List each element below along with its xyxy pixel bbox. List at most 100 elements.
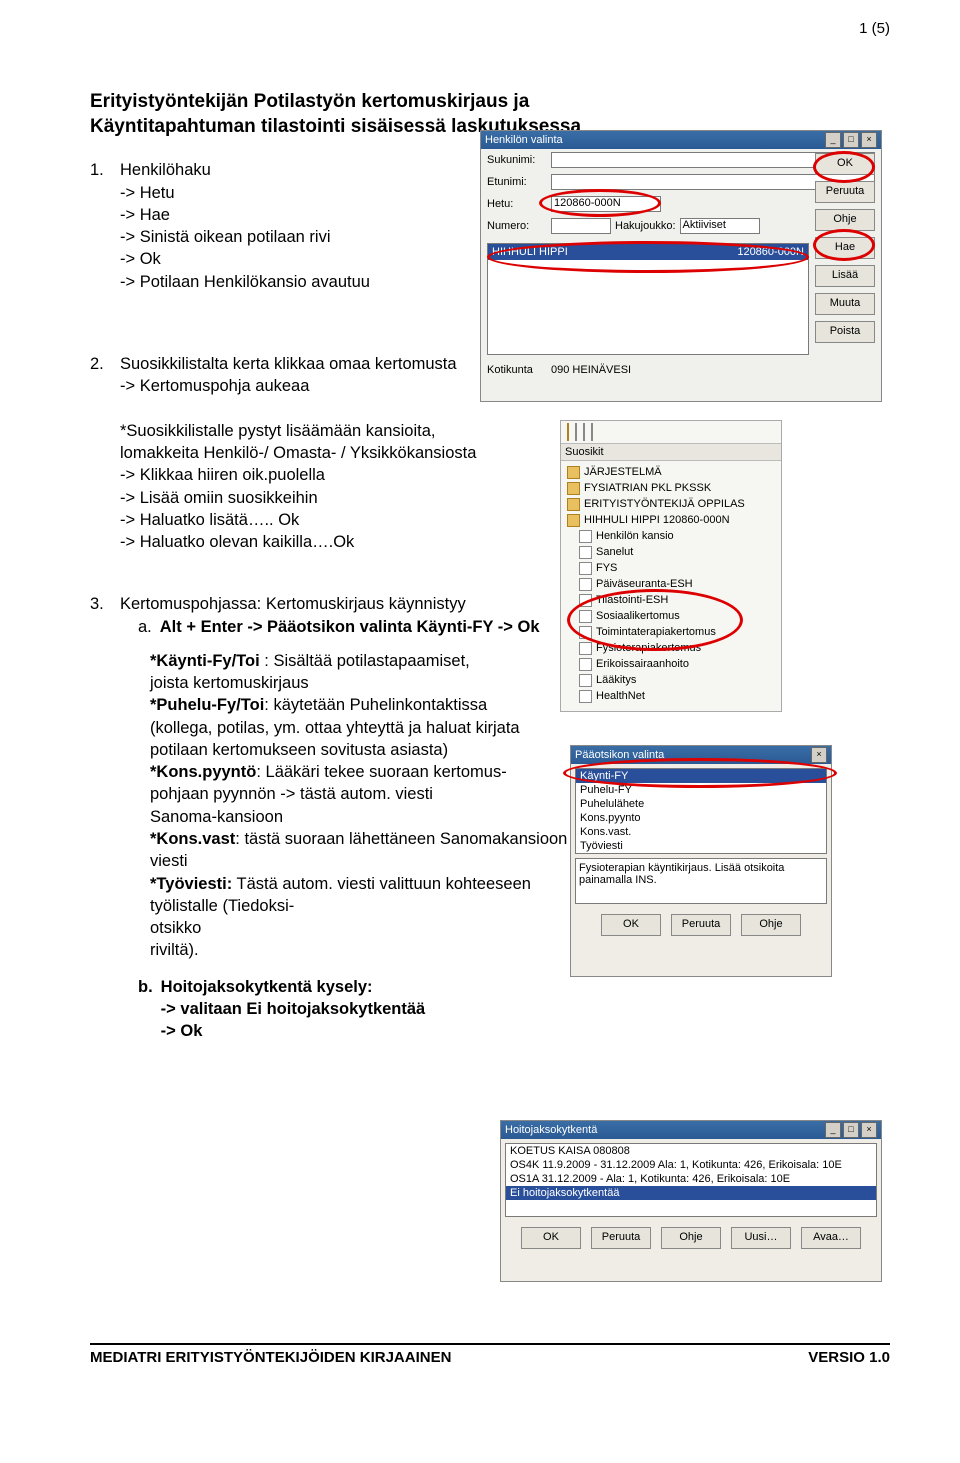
value-kotikunta: 090 HEINÄVESI [551, 364, 631, 376]
option-kons-pyynto[interactable]: Kons.pyynto [576, 811, 826, 825]
sec2-p3: -> Klikkaa hiiren oik.puolella [120, 464, 476, 486]
close-icon[interactable]: × [861, 132, 877, 148]
ohje-button[interactable]: Ohje [815, 209, 875, 231]
list-row-selected[interactable]: Ei hoitojaksokytkentää [506, 1186, 876, 1200]
poista-button[interactable]: Poista [815, 321, 875, 343]
dialog1-title: Henkilön valinta [485, 131, 563, 149]
doc-icon [579, 642, 592, 655]
sec3-p4: (kollega, potilas, ym. ottaa yhteyttä ja… [150, 717, 590, 739]
option-tyoviesti[interactable]: Työviesti [576, 839, 826, 853]
toolbar-icon[interactable] [567, 423, 569, 441]
tree-item[interactable]: HealthNet [596, 690, 645, 702]
sec2-l1: -> Kertomuspohja aukeaa [120, 375, 476, 397]
close-icon[interactable]: × [811, 747, 827, 763]
page-footer: MEDIATRI ERITYISTYÖNTEKIJÖIDEN KIRJAAINE… [90, 1343, 890, 1366]
sec3-p8: Sanoma-kansioon [150, 806, 590, 828]
doc-icon [579, 546, 592, 559]
sec3-head: Kertomuspohjassa: Kertomuskirjaus käynni… [120, 593, 590, 615]
label-hetu: Hetu: [487, 198, 547, 210]
tree-item[interactable]: JÄRJESTELMÄ [584, 466, 662, 478]
label-numero: Numero: [487, 220, 547, 232]
ohje-button[interactable]: Ohje [661, 1227, 721, 1249]
hoitojakso-list[interactable]: KOETUS KAISA 080808 OS4K 11.9.2009 - 31.… [505, 1143, 877, 1217]
tree-item[interactable]: Päiväseuranta-ESH [596, 578, 693, 590]
doc-icon [579, 562, 592, 575]
dialog-paaotsikon-valinta: Pääotsikon valinta × Käynti-FY Puhelu-FY… [570, 745, 832, 977]
peruuta-button[interactable]: Peruuta [671, 914, 731, 936]
sec2-head: Suosikkilistalta kerta klikkaa omaa kert… [120, 353, 476, 375]
doc-icon [579, 530, 592, 543]
highlight-ellipse [563, 758, 837, 788]
option-kons-vast[interactable]: Kons.vast. [576, 825, 826, 839]
sec1-l5: -> Potilaan Henkilökansio avautuu [120, 271, 370, 293]
sec3-p5: potilaan kertomukseen sovitusta asiasta) [150, 739, 590, 761]
ohje-button[interactable]: Ohje [741, 914, 801, 936]
tree-item[interactable]: Sanelut [596, 546, 633, 558]
minimize-icon[interactable]: _ [825, 132, 841, 148]
minimize-icon[interactable]: _ [825, 1122, 841, 1138]
avaa-button[interactable]: Avaa… [801, 1227, 861, 1249]
close-icon[interactable]: × [861, 1122, 877, 1138]
tree-item[interactable]: ERITYISTYÖNTEKIJÄ OPPILAS [584, 498, 745, 510]
maximize-icon[interactable]: □ [843, 132, 859, 148]
sec2-p6: -> Haluatko olevan kaikilla….Ok [120, 531, 476, 553]
tree-item[interactable]: HIHHULI HIPPI 120860-000N [584, 514, 730, 526]
tree-item[interactable]: Henkilön kansio [596, 530, 674, 542]
toolbar-icon[interactable] [583, 423, 585, 441]
doc-icon [579, 658, 592, 671]
list-row[interactable]: OS1A 31.12.2009 - Ala: 1, Kotikunta: 426… [506, 1172, 876, 1186]
input-numero[interactable] [551, 218, 611, 234]
sec1-l4: -> Ok [120, 248, 370, 270]
folder-icon [567, 498, 580, 511]
tree-item[interactable]: Lääkitys [596, 674, 636, 686]
sec3a-text: Alt + Enter -> Pääotsikon valinta Käynti… [160, 616, 540, 638]
toolbar-icon[interactable] [591, 423, 593, 441]
folder-icon [567, 482, 580, 495]
sec2-number: 2. [90, 353, 112, 553]
peruuta-button[interactable]: Peruuta [815, 181, 875, 203]
sec3-p3a: *Puhelu-Fy/Toi [150, 696, 264, 714]
sec3b-label: b. [138, 976, 153, 1043]
folder-icon [567, 466, 580, 479]
dialog1-titlebar: Henkilön valinta _ □ × [481, 131, 881, 149]
select-hakujoukko[interactable]: Aktiiviset [680, 218, 760, 234]
label-kotikunta: Kotikunta [487, 364, 547, 376]
sec3a-label: a. [138, 616, 152, 638]
list-row[interactable]: OS4K 11.9.2009 - 31.12.2009 Ala: 1, Koti… [506, 1158, 876, 1172]
doc-icon [579, 578, 592, 591]
panel-suosikit: Suosikit JÄRJESTELMÄ FYSIATRIAN PKL PKSS… [560, 420, 782, 712]
sec1-l1: -> Hetu [120, 182, 370, 204]
ok-button[interactable]: OK [521, 1227, 581, 1249]
sec3-p10a: *Työviesti: [150, 875, 232, 893]
sec3-p1a: *Käynti-Fy/Toi [150, 652, 260, 670]
ok-button[interactable]: OK [601, 914, 661, 936]
list-row[interactable]: KOETUS KAISA 080808 [506, 1144, 876, 1158]
page-number: 1 (5) [859, 20, 890, 37]
sec3-p3b: : käytetään Puhelinkontaktissa [264, 696, 487, 714]
muuta-button[interactable]: Muuta [815, 293, 875, 315]
sec3-p1b: : Sisältää potilastapaamiset, [260, 652, 470, 670]
sec2-p4: -> Lisää omiin suosikkeihin [120, 487, 476, 509]
suosikit-header: Suosikit [561, 444, 781, 461]
doc-icon [579, 674, 592, 687]
lisaa-button[interactable]: Lisää [815, 265, 875, 287]
toolbar-icon[interactable] [575, 423, 577, 441]
sec3-p6b: : Lääkäri tekee suoraan kertomus- [256, 763, 506, 781]
option-puhelulahete[interactable]: Puhelulähete [576, 797, 826, 811]
sec3-p2: joista kertomuskirjaus [150, 672, 590, 694]
sec1-l3: -> Sinistä oikean potilaan rivi [120, 226, 370, 248]
highlight-ellipse [487, 241, 809, 273]
sec3-number: 3. [90, 593, 112, 1042]
tree-item[interactable]: FYS [596, 562, 617, 574]
sec1-l2: -> Hae [120, 204, 370, 226]
uusi-button[interactable]: Uusi… [731, 1227, 791, 1249]
sec1-number: 1. [90, 159, 112, 293]
dialog4-titlebar: Hoitojaksokytkentä _ □ × [501, 1121, 881, 1139]
maximize-icon[interactable]: □ [843, 1122, 859, 1138]
suosikit-tree[interactable]: JÄRJESTELMÄ FYSIATRIAN PKL PKSSK ERITYIS… [561, 461, 781, 707]
sec1-head: Henkilöhaku [120, 159, 370, 181]
tree-item[interactable]: FYSIATRIAN PKL PKSSK [584, 482, 711, 494]
sec3-p6a: *Kons.pyyntö [150, 763, 256, 781]
peruuta-button[interactable]: Peruuta [591, 1227, 651, 1249]
tree-item[interactable]: Erikoissairaanhoito [596, 658, 689, 670]
